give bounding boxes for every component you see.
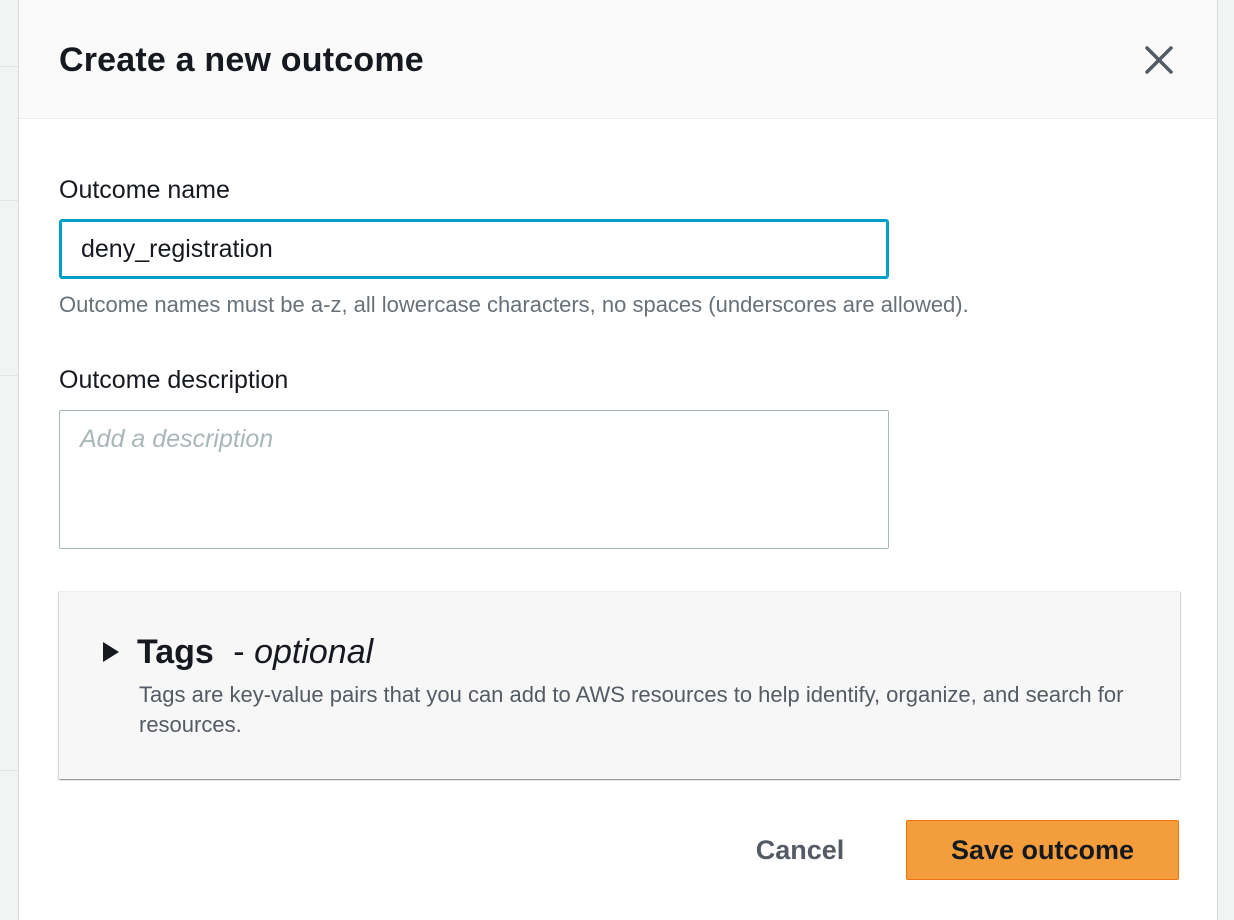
tags-title-text: Tags bbox=[137, 633, 214, 671]
tags-description: Tags are key-value pairs that you can ad… bbox=[139, 682, 1124, 737]
save-outcome-button[interactable]: Save outcome bbox=[906, 820, 1179, 880]
modal-title: Create a new outcome bbox=[59, 41, 424, 79]
close-icon bbox=[1145, 46, 1173, 74]
create-outcome-modal: Create a new outcome Outcome name Outcom… bbox=[18, 0, 1218, 920]
outcome-name-label: Outcome name bbox=[59, 176, 230, 204]
tags-panel: Tags - optional Tags are key-value pairs… bbox=[59, 591, 1180, 779]
caret-right-icon bbox=[103, 642, 119, 662]
tags-separator: - bbox=[223, 633, 255, 671]
cancel-button[interactable]: Cancel bbox=[737, 820, 863, 880]
outcome-name-hint: Outcome names must be a-z, all lowercase… bbox=[59, 292, 969, 317]
outcome-description-label: Outcome description bbox=[59, 366, 289, 394]
tags-title: Tags - optional bbox=[137, 630, 373, 674]
background-divider bbox=[0, 770, 18, 771]
tags-optional-label: - optional bbox=[224, 633, 373, 671]
background-divider bbox=[0, 66, 18, 67]
background-divider bbox=[0, 375, 18, 376]
background-divider bbox=[0, 200, 18, 201]
tags-optional-text: optional bbox=[254, 633, 374, 671]
close-button[interactable] bbox=[1141, 42, 1177, 78]
modal-header: Create a new outcome bbox=[19, 0, 1217, 119]
background-right-edge bbox=[1219, 0, 1234, 920]
tags-expand-toggle[interactable]: Tags - optional bbox=[103, 630, 373, 674]
outcome-description-textarea[interactable] bbox=[59, 410, 889, 549]
outcome-name-input[interactable] bbox=[59, 219, 889, 279]
